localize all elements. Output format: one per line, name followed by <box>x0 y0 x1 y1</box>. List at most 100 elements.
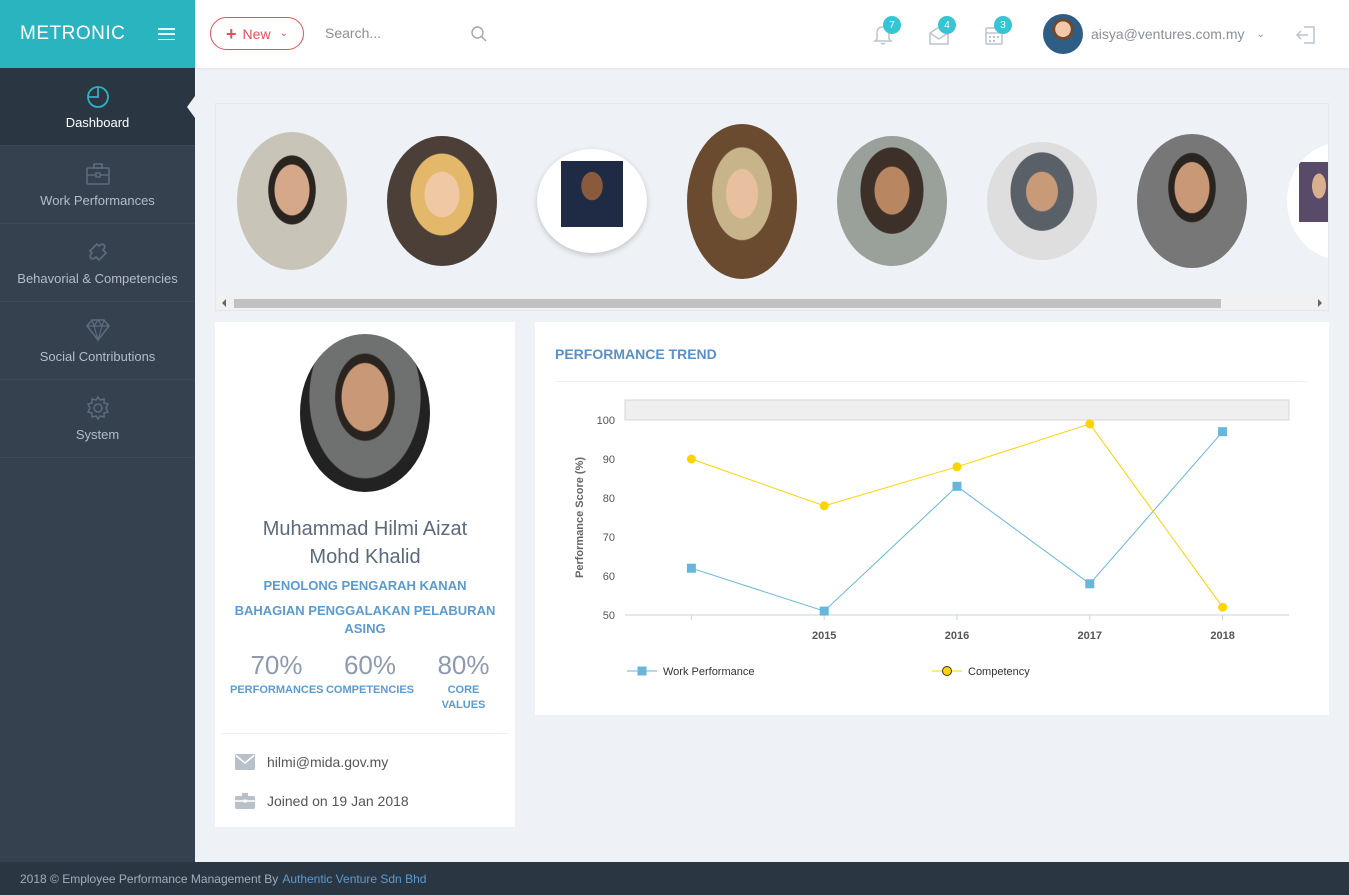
y-tick-label: 60 <box>603 571 615 583</box>
user-menu[interactable]: aisya@ventures.com.my ⌄ <box>1043 14 1265 54</box>
sidebar: Dashboard Work Performances Behavorial &… <box>0 68 195 862</box>
sidebar-item-label: Behavorial & Competencies <box>17 271 178 286</box>
brand-bar: METRONIC <box>0 0 195 68</box>
profile-photo <box>300 334 430 492</box>
y-tick-label: 90 <box>603 454 615 466</box>
stat-value: 60% <box>343 650 397 680</box>
staff-photo-image <box>1299 162 1328 222</box>
data-point <box>819 501 829 511</box>
sidebar-item-dashboard[interactable]: Dashboard <box>0 68 195 146</box>
series-line <box>691 431 1223 612</box>
data-point <box>686 454 696 464</box>
new-button[interactable]: + New ⌄ <box>210 17 304 50</box>
briefcase-icon <box>235 793 255 809</box>
staff-photo[interactable] <box>837 136 947 266</box>
stat-competencies: 60% COMPETENCIES <box>324 650 417 713</box>
stat-core-values: 80% CORE VALUES <box>417 650 510 713</box>
performance-trend-chart: 50 60 70 80 90 100 2015 2016 2017 2018 Performance… <box>574 399 1290 678</box>
user-email: aisya@ventures.com.my <box>1091 26 1245 42</box>
staff-photo[interactable] <box>687 124 797 279</box>
profile-joined: Joined on 19 Jan 2018 <box>235 793 409 809</box>
data-point <box>1218 427 1228 437</box>
x-tick-label: 2015 <box>812 630 836 642</box>
y-tick-label: 70 <box>603 532 615 544</box>
profile-card: Muhammad Hilmi Aizat Mohd Khalid PENOLON… <box>215 322 515 827</box>
profile-job-title: PENOLONG PENGARAH KANAN <box>263 578 467 593</box>
sidebar-item-label: System <box>75 427 120 442</box>
x-tick-label: 2016 <box>945 630 969 642</box>
y-tick-label: 100 <box>597 415 615 427</box>
data-point <box>952 481 962 491</box>
data-point <box>1085 419 1095 429</box>
profile-email: hilmi@mida.gov.my <box>235 754 388 770</box>
sidebar-item-label: Social Contributions <box>39 349 156 364</box>
chart-header-band <box>624 399 1290 421</box>
y-tick-label: 80 <box>603 493 615 505</box>
top-header: + New ⌄ 7 4 3 aisya@ventures.com.my ⌄ <box>195 0 1349 68</box>
brand-logo[interactable]: METRONIC <box>20 23 125 45</box>
tasks-button[interactable]: 3 <box>984 16 1012 46</box>
stat-value: 80% <box>437 650 490 680</box>
scrollbar-thumb[interactable] <box>234 299 1221 308</box>
stat-label: PERFORMANCES <box>230 684 324 696</box>
data-point <box>1218 602 1228 612</box>
puzzle-icon <box>85 239 111 265</box>
profile-stats: 70% PERFORMANCES 60% COMPETENCIES 80% CO… <box>230 650 510 713</box>
menu-toggle-icon[interactable] <box>158 28 175 40</box>
staff-photo-image <box>561 161 623 227</box>
staff-photo[interactable] <box>387 136 497 266</box>
sidebar-item-system[interactable]: System <box>0 380 195 458</box>
y-axis-label: Performance Score (%) <box>574 457 586 578</box>
inbox-count-badge: 4 <box>938 16 956 34</box>
tasks-count-badge: 3 <box>994 16 1012 34</box>
profile-joined-text: Joined on 19 Jan 2018 <box>267 793 409 809</box>
notifications-count-badge: 7 <box>883 16 901 34</box>
notifications-button[interactable]: 7 <box>873 16 901 46</box>
sidebar-item-work-performances[interactable]: Work Performances <box>0 146 195 224</box>
gear-icon <box>85 395 111 421</box>
data-point <box>1085 579 1095 589</box>
series-line <box>691 423 1224 608</box>
legend-marker <box>942 666 952 676</box>
profile-name: Muhammad Hilmi Aizat Mohd Khalid <box>215 515 515 571</box>
x-tick-label: 2017 <box>1078 630 1102 642</box>
scroll-left-icon[interactable] <box>222 299 226 307</box>
profile-email-text[interactable]: hilmi@mida.gov.my <box>267 754 388 770</box>
y-tick-label: 50 <box>603 610 615 622</box>
sidebar-item-label: Work Performances <box>40 193 155 208</box>
legend-marker <box>637 666 647 676</box>
staff-photo[interactable] <box>537 149 647 253</box>
sidebar-item-behavioral-competencies[interactable]: Behavorial & Competencies <box>0 224 195 302</box>
diamond-icon <box>85 317 111 343</box>
staff-photo[interactable] <box>237 132 347 270</box>
footer-text: 2018 © Employee Performance Management B… <box>20 871 279 886</box>
chevron-down-icon: ⌄ <box>279 28 288 39</box>
search-box <box>325 25 495 45</box>
new-button-label: New <box>242 25 271 42</box>
staff-carousel[interactable] <box>215 103 1329 311</box>
legend-label: Work Performance <box>663 666 755 678</box>
inbox-button[interactable]: 4 <box>928 16 956 46</box>
staff-photo[interactable] <box>1287 142 1328 260</box>
staff-photo[interactable] <box>1137 134 1247 268</box>
horizontal-scrollbar[interactable] <box>216 296 1328 310</box>
footer: 2018 © Employee Performance Management B… <box>0 862 1349 895</box>
stat-label: CORE VALUES <box>441 684 486 711</box>
search-icon[interactable] <box>470 25 488 48</box>
divider <box>221 733 509 734</box>
scroll-right-icon[interactable] <box>1318 299 1322 307</box>
logout-icon[interactable] <box>1295 24 1317 51</box>
stat-value: 70% <box>250 650 303 680</box>
sidebar-item-social-contributions[interactable]: Social Contributions <box>0 302 195 380</box>
profile-department: BAHAGIAN PENGGALAKAN PELABURAN ASING <box>234 603 496 636</box>
avatar <box>1043 14 1083 54</box>
plus-icon: + <box>226 23 237 44</box>
sidebar-item-label: Dashboard <box>65 115 130 130</box>
search-input[interactable] <box>325 25 465 41</box>
staff-photo[interactable] <box>987 142 1097 260</box>
briefcase-icon <box>85 161 111 187</box>
pie-chart-icon <box>85 83 111 109</box>
footer-company-link[interactable]: Authentic Venture Sdn Bhd <box>282 872 426 886</box>
stat-label: COMPETENCIES <box>325 684 414 696</box>
chevron-down-icon: ⌄ <box>1256 28 1265 40</box>
